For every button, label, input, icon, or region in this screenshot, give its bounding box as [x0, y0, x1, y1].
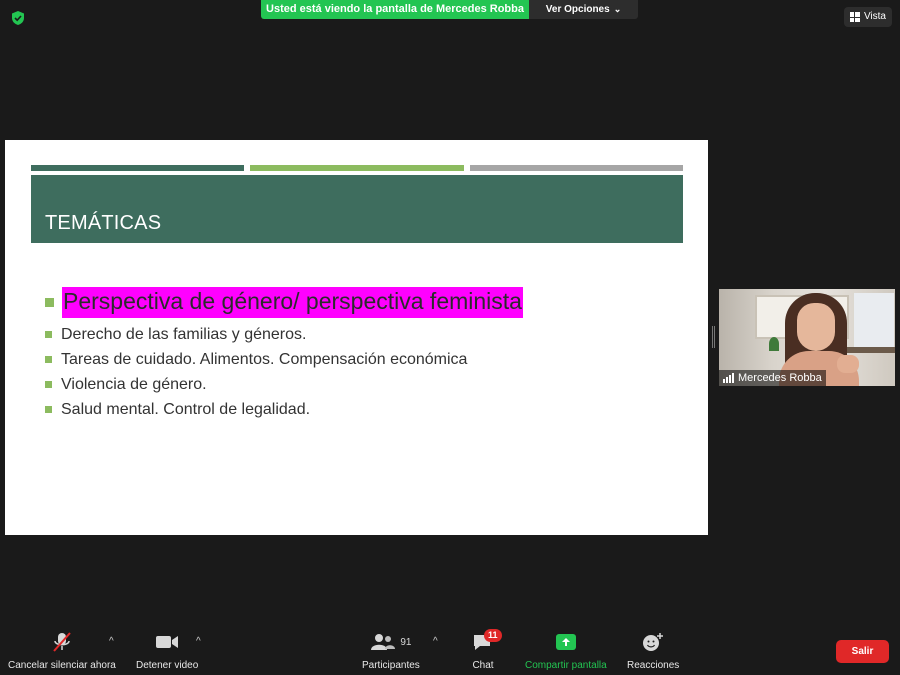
slide-title: TEMÁTICAS: [45, 212, 162, 234]
stripe-light-green: [250, 165, 464, 171]
bullet-highlighted: Perspectiva de género/ perspectiva femin…: [45, 286, 523, 319]
stop-video-button[interactable]: Detener video: [136, 630, 198, 671]
reactions-label: Reacciones: [627, 660, 680, 671]
bullet-marker: [45, 381, 52, 388]
slide-bullet-list: Perspectiva de género/ perspectiva femin…: [45, 286, 523, 422]
video-shelf: [839, 347, 895, 353]
video-options-caret-icon[interactable]: ^: [196, 636, 201, 647]
bullet-item: Derecho de las familias y géneros.: [45, 322, 523, 347]
chat-icon: 11: [472, 629, 502, 654]
bullet-item: Tareas de cuidado. Alimentos. Compensaci…: [45, 347, 523, 372]
view-options-label: Ver Opciones: [545, 4, 610, 15]
chat-label: Chat: [472, 660, 494, 671]
stripe-dark-green: [31, 165, 245, 171]
chat-unread-badge: 11: [484, 629, 502, 642]
shared-slide: TEMÁTICAS Perspectiva de género/ perspec…: [5, 140, 708, 535]
participants-icon: 91: [370, 630, 411, 654]
participants-count: 91: [400, 636, 412, 648]
audio-options-caret-icon[interactable]: ^: [109, 636, 114, 647]
bullet-marker: [45, 356, 52, 363]
video-window-right: [854, 293, 894, 353]
emoji-add-icon: [642, 630, 664, 654]
bullet-text: Derecho de las familias y géneros.: [61, 325, 307, 343]
participant-name-tag: Mercedes Robba: [719, 370, 826, 386]
unmute-button[interactable]: Cancelar silenciar ahora: [8, 630, 116, 671]
bullet-marker: [45, 298, 54, 307]
reactions-button[interactable]: Reacciones: [627, 630, 679, 671]
bullet-text: Salud mental. Control de legalidad.: [61, 400, 311, 418]
stop-video-label: Detener video: [136, 660, 199, 671]
bullet-marker: [45, 406, 52, 413]
view-button[interactable]: Vista: [843, 7, 892, 27]
video-panel-drag-handle[interactable]: [712, 326, 716, 348]
view-button-label: Vista: [863, 11, 886, 22]
slide-stripes: [31, 165, 683, 171]
grid-icon: [849, 12, 860, 22]
bullet-text: Tareas de cuidado. Alimentos. Compensaci…: [61, 350, 468, 368]
participants-button[interactable]: 91 Participantes: [362, 630, 420, 671]
bullet-item: Violencia de género.: [45, 372, 523, 397]
participant-face: [797, 303, 835, 351]
chevron-down-icon: ⌄: [613, 4, 622, 14]
view-options-button[interactable]: Ver Opciones ⌄: [529, 0, 638, 19]
share-screen-button[interactable]: Compartir pantalla: [525, 630, 607, 671]
bullet-item: Salud mental. Control de legalidad.: [45, 397, 523, 422]
video-camera-icon: [155, 630, 179, 654]
bullet-text: Perspectiva de género/ perspectiva femin…: [62, 287, 523, 318]
shield-check-icon[interactable]: [10, 10, 26, 26]
slide-title-band: TEMÁTICAS: [31, 175, 683, 243]
bullet-text: Violencia de género.: [61, 375, 207, 393]
participants-label: Participantes: [362, 660, 420, 671]
signal-strength-icon: [723, 373, 734, 383]
participant-hand: [837, 355, 859, 373]
leave-meeting-button[interactable]: Salir: [836, 640, 889, 663]
chat-button[interactable]: 11 Chat: [472, 629, 502, 671]
bullet-marker: [45, 331, 52, 338]
microphone-muted-icon: [51, 630, 73, 654]
participant-video-tile[interactable]: Mercedes Robba: [719, 289, 895, 386]
video-plant: [769, 337, 779, 351]
participant-name: Mercedes Robba: [738, 372, 822, 384]
share-screen-icon: [555, 630, 576, 654]
participants-options-caret-icon[interactable]: ^: [433, 636, 438, 647]
screen-share-banner: Usted está viendo la pantalla de Mercede…: [261, 0, 529, 19]
share-screen-label: Compartir pantalla: [525, 660, 607, 671]
unmute-label: Cancelar silenciar ahora: [8, 660, 116, 671]
stripe-gray: [469, 165, 683, 171]
